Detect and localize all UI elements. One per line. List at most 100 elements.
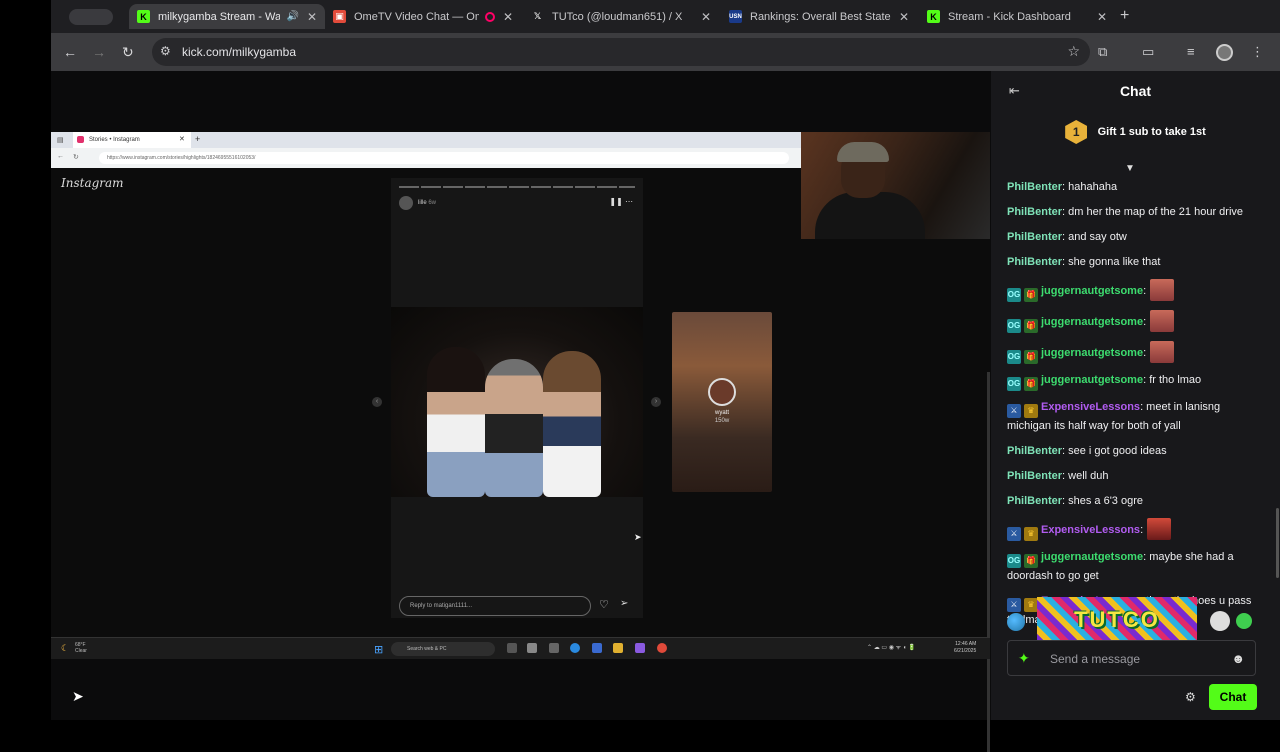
mod-badge-icon[interactable]: ⚔ <box>1007 527 1021 541</box>
chrome-icon <box>657 643 667 653</box>
chat-scrollbar[interactable] <box>1276 508 1279 578</box>
chat-header: ⇤ Chat <box>1009 83 1152 99</box>
media-control-icon[interactable]: ≡ <box>1187 44 1195 59</box>
browser-toolbar: ← → ↻ ⚙ kick.com/milkygamba ☆ ⧉ ▭ ≡ ⋮ <box>51 33 1280 71</box>
gift-badge-icon[interactable]: 🎁 <box>1024 377 1038 391</box>
mod-badge-icon[interactable]: ⚔ <box>1007 404 1021 418</box>
close-tab-icon[interactable]: ✕ <box>701 10 711 24</box>
chat-username[interactable]: PhilBenter <box>1007 256 1062 268</box>
chat-message: PhilBenter: shes a 6'3 ogre <box>1007 493 1259 510</box>
chat-text: : shes a 6'3 ogre <box>1062 495 1144 507</box>
bookmark-star-icon[interactable]: ☆ <box>1067 43 1080 60</box>
tab-kick-dashboard[interactable]: K Stream - Kick Dashboard ✕ <box>919 4 1115 29</box>
explorer-icon <box>613 643 623 653</box>
streamer-webcam <box>801 132 990 239</box>
tab-milkygamba[interactable]: K milkygamba Stream - Wat 🔊 ✕ <box>129 4 325 29</box>
emoji-icon[interactable]: ☻ <box>1231 651 1245 666</box>
kick-icon: K <box>927 10 940 23</box>
task-view-icon <box>507 643 517 653</box>
new-tab-icon[interactable]: + <box>1120 7 1129 25</box>
send-chat-button[interactable]: Chat <box>1209 684 1257 710</box>
address-bar[interactable]: ⚙ kick.com/milkygamba ☆ <box>152 38 1090 66</box>
gift-badge-icon[interactable]: 🎁 <box>1024 350 1038 364</box>
system-tray: ⌃ ☁ ▭ ◉ ᯤ ◖ 🔋 <box>867 645 916 651</box>
chat-username[interactable]: juggernautgetsome <box>1041 551 1143 563</box>
chat-username[interactable]: juggernautgetsome <box>1041 374 1143 386</box>
chat-username[interactable]: PhilBenter <box>1007 495 1062 507</box>
extensions-icon[interactable]: ⧉ <box>1098 44 1107 60</box>
sparkle-icon[interactable]: ✦ <box>1018 650 1030 667</box>
weather-widget: 68°F Clear <box>75 642 87 654</box>
next-story-icon: › <box>651 397 661 407</box>
og-badge-icon[interactable]: OG <box>1007 377 1021 391</box>
close-tab-icon[interactable]: ✕ <box>307 10 317 24</box>
cast-icon[interactable]: ▭ <box>1142 44 1154 60</box>
send-icon: ➢ <box>620 598 629 609</box>
chat-username[interactable]: PhilBenter <box>1007 231 1062 243</box>
crown-badge-icon[interactable]: ♛ <box>1024 404 1038 418</box>
chat-input[interactable]: ✦ Send a message ☻ <box>1007 640 1256 676</box>
close-tab-icon[interactable]: ✕ <box>899 10 909 24</box>
face-emote-icon <box>1150 279 1175 301</box>
og-badge-icon[interactable]: OG <box>1007 554 1021 568</box>
chat-message: OG 🎁 juggernautgetsome: maybe she had a do… <box>1007 549 1259 585</box>
og-badge-icon[interactable]: OG <box>1007 350 1021 364</box>
chat-message: PhilBenter: and say otw <box>1007 229 1259 246</box>
og-badge-icon[interactable]: OG <box>1007 319 1021 333</box>
gift-badge-icon[interactable]: 🎁 <box>1024 319 1038 333</box>
chat-username[interactable]: juggernautgetsome <box>1041 316 1143 328</box>
crown-badge-icon[interactable]: ♛ <box>1024 527 1038 541</box>
chat-username[interactable]: PhilBenter <box>1007 206 1062 218</box>
expand-pinned-icon[interactable]: ▼ <box>1125 163 1135 174</box>
settings-icon <box>549 643 559 653</box>
tab-group-pill[interactable] <box>69 9 113 25</box>
chat-text: : dm her the map of the 21 hour drive <box>1062 206 1244 218</box>
emote-message: TUTCO <box>1007 597 1259 645</box>
tab-x-tutco[interactable]: 𝕏 TUTco (@loudman651) / X ✕ <box>523 4 719 29</box>
chat-username[interactable]: ExpensiveLessons <box>1041 524 1140 536</box>
chat-username[interactable]: ExpensiveLessons <box>1041 401 1140 413</box>
menu-dots-icon[interactable]: ⋮ <box>1251 44 1264 60</box>
teams-icon <box>635 643 645 653</box>
widgets-icon <box>527 643 537 653</box>
tab-ometv[interactable]: ▣ OmeTV Video Chat — Om ✕ <box>325 4 521 29</box>
tutco-emote: TUTCO <box>1037 597 1197 642</box>
chat-username[interactable]: PhilBenter <box>1007 470 1062 482</box>
avatar <box>708 378 736 406</box>
close-tab-icon[interactable]: ✕ <box>1097 10 1107 24</box>
og-badge-icon[interactable]: OG <box>1007 288 1021 302</box>
next-story-preview: wyatt 150w <box>672 312 772 492</box>
close-tab-icon: ✕ <box>179 136 185 143</box>
gift-leaderboard[interactable]: 1 Gift 1 sub to take 1st <box>991 120 1280 154</box>
chat-message: ⚔ ♛ ExpensiveLessons: <box>1007 518 1259 541</box>
chat-text: : <box>1143 316 1147 328</box>
captured-cursor-icon: ➤ <box>634 532 642 542</box>
chat-text: : well duh <box>1062 470 1109 482</box>
gift-badge-icon[interactable]: 🎁 <box>1024 554 1038 568</box>
back-icon: ← <box>57 153 64 160</box>
stream-player[interactable]: ▤ Stories • Instagram ✕ + ← ↻ https://ww… <box>51 132 990 752</box>
chat-username[interactable]: PhilBenter <box>1007 181 1062 193</box>
chat-settings-icon[interactable]: ⚙ <box>1185 690 1196 704</box>
gift-badge-icon[interactable]: 🎁 <box>1024 288 1038 302</box>
close-tab-icon[interactable]: ✕ <box>503 10 513 24</box>
tab-list-icon: ▤ <box>57 137 64 144</box>
forward-icon[interactable]: → <box>92 44 106 60</box>
back-icon[interactable]: ← <box>63 44 77 60</box>
x-icon: 𝕏 <box>533 11 542 21</box>
chat-username[interactable]: juggernautgetsome <box>1041 347 1143 359</box>
tab-usnews[interactable]: USN Rankings: Overall Best States ✕ <box>721 4 917 29</box>
mouse-cursor-icon: ➤ <box>72 688 84 704</box>
chat-username[interactable]: PhilBenter <box>1007 445 1062 457</box>
moon-weather-icon: ☾ <box>61 643 70 653</box>
ometv-icon: ▣ <box>333 10 346 23</box>
reload-icon[interactable]: ↻ <box>122 44 134 61</box>
captured-address-bar: ← ↻ https://www.instagram.com/stories/hi… <box>51 148 801 168</box>
tab-strip: K milkygamba Stream - Wat 🔊 ✕ ▣ OmeTV Vi… <box>51 0 1280 33</box>
chat-message: PhilBenter: see i got good ideas <box>1007 443 1259 460</box>
speaker-icon[interactable]: 🔊 <box>286 11 298 22</box>
chat-username[interactable]: juggernautgetsome <box>1041 285 1143 297</box>
profile-avatar[interactable] <box>1216 44 1233 61</box>
site-info-icon[interactable]: ⚙ <box>160 44 171 58</box>
player-scrollbar <box>987 372 990 752</box>
